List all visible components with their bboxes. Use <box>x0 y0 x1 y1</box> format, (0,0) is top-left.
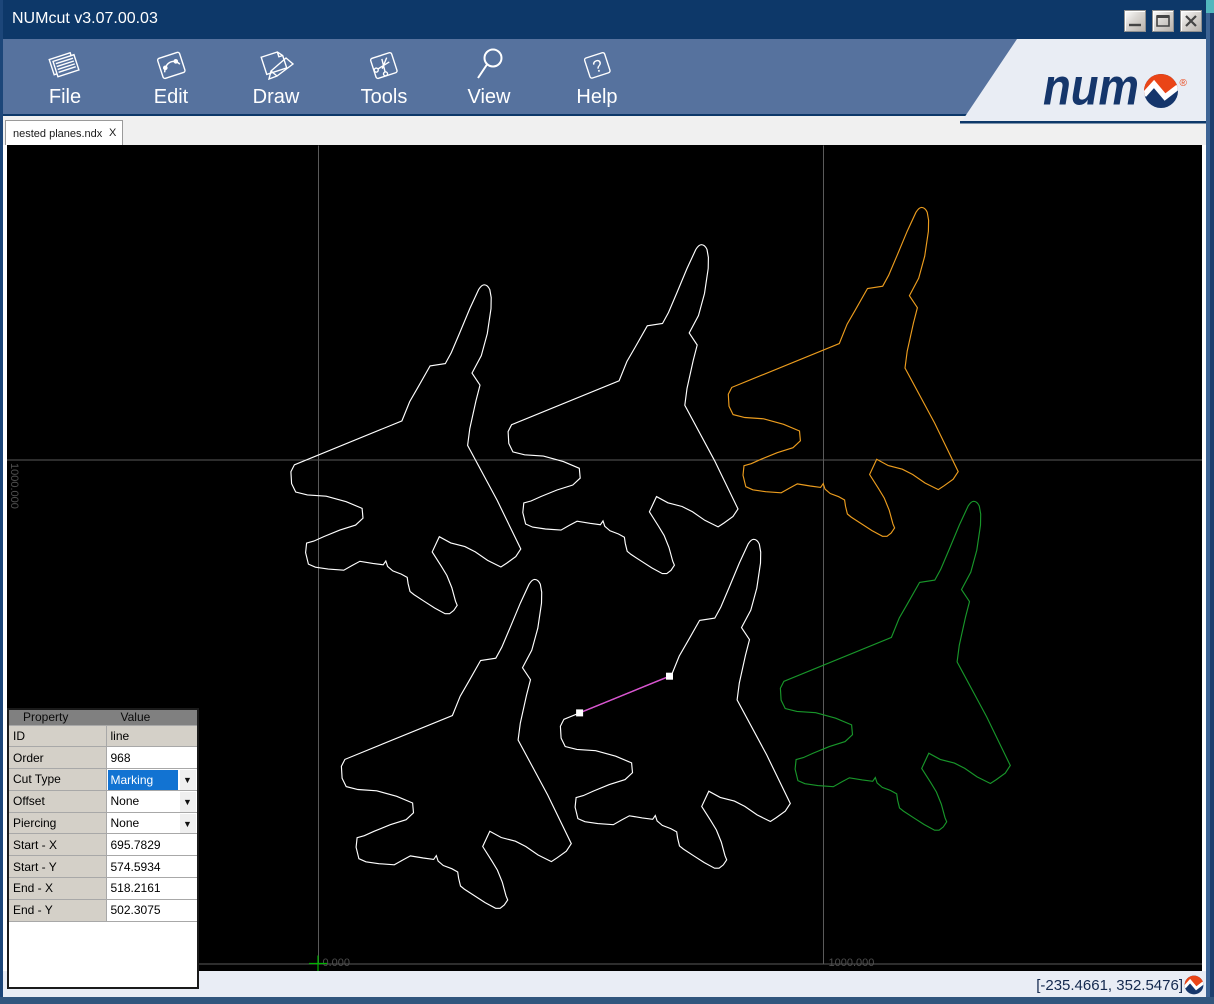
svg-text:®: ® <box>1180 78 1188 89</box>
svg-text:num: num <box>1043 59 1139 117</box>
svg-text:?: ? <box>590 56 605 77</box>
svg-text:1000.000: 1000.000 <box>829 957 875 969</box>
svg-text:1000.000: 1000.000 <box>8 463 20 509</box>
